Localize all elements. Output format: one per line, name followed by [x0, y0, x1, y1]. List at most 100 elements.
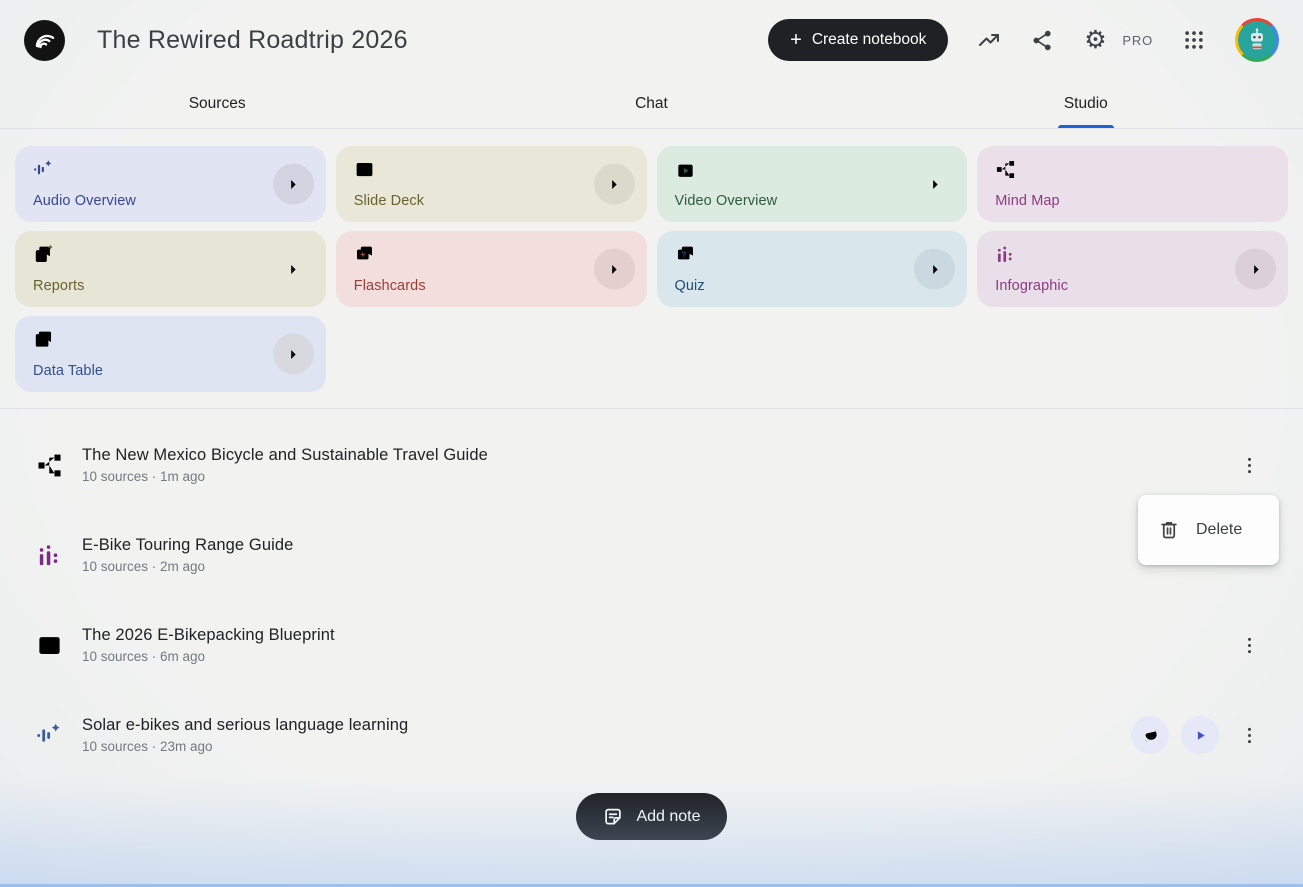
header-actions: + Create notebook ⚙ PRO	[768, 18, 1279, 62]
artifact-title[interactable]: The New Mexico Bicycle and Sustainable T…	[82, 446, 488, 465]
artifact-text: Solar e-bikes and serious language learn…	[82, 716, 408, 754]
delete-menu-item[interactable]: Delete	[1138, 505, 1279, 555]
artifact-title[interactable]: E-Bike Touring Range Guide	[82, 536, 293, 555]
tab-chat[interactable]: Chat	[434, 80, 868, 128]
tool-card-reports[interactable]: Reports	[15, 231, 326, 307]
artifact-title[interactable]: Solar e-bikes and serious language learn…	[82, 716, 408, 735]
apps-grid-icon[interactable]	[1182, 28, 1206, 52]
artifact-text: E-Bike Touring Range Guide 10 sources · 2…	[82, 536, 293, 574]
chevron-right-icon[interactable]	[914, 164, 955, 205]
tab-label: Studio	[1064, 95, 1108, 113]
mind-map-icon	[36, 452, 63, 479]
tool-card-data-table[interactable]: Data Table	[15, 316, 326, 392]
chevron-right-icon[interactable]	[594, 249, 635, 290]
tool-card-label: Video Overview	[675, 193, 950, 209]
tool-card-video-overview[interactable]: Video Overview	[657, 146, 968, 222]
tab-studio[interactable]: Studio	[869, 80, 1303, 128]
artifact-row[interactable]: E-Bike Touring Range Guide 10 sources · 2…	[0, 510, 1303, 600]
tool-card-audio-overview[interactable]: Audio Overview	[15, 146, 326, 222]
artifact-actions	[1231, 627, 1267, 663]
main-tabbar: Sources Chat Studio	[0, 80, 1303, 129]
pro-badge: PRO	[1122, 33, 1153, 48]
slide-deck-icon	[354, 159, 375, 180]
tool-card-label: Data Table	[33, 363, 308, 379]
artifact-more-menu-button[interactable]	[1231, 627, 1267, 663]
trash-icon	[1158, 519, 1180, 541]
artifact-actions	[1231, 447, 1267, 483]
artifact-title[interactable]: The 2026 E-Bikepacking Blueprint	[82, 626, 335, 645]
reports-icon	[33, 244, 54, 265]
artifact-meta: 10 sources · 2m ago	[82, 559, 293, 574]
chevron-right-icon[interactable]	[273, 249, 314, 290]
tool-card-mind-map[interactable]: Mind Map	[977, 146, 1288, 222]
add-note-button[interactable]: Add note	[576, 793, 726, 840]
video-overview-icon	[675, 159, 696, 180]
kebab-icon	[1239, 455, 1260, 476]
artifact-text: The New Mexico Bicycle and Sustainable T…	[82, 446, 488, 484]
artifact-row[interactable]: Solar e-bikes and serious language learn…	[0, 690, 1303, 780]
robot-avatar-image	[1238, 21, 1276, 59]
artifact-meta: 10 sources · 23m ago	[82, 739, 408, 754]
artifact-meta: 10 sources · 1m ago	[82, 469, 488, 484]
play-icon	[1190, 725, 1211, 746]
artifact-context-menu: Delete	[1138, 495, 1279, 565]
notebook-title[interactable]: The Rewired Roadtrip 2026	[97, 26, 408, 55]
chevron-right-icon[interactable]	[273, 334, 314, 375]
chevron-right-icon[interactable]	[273, 164, 314, 205]
data-table-icon	[33, 329, 54, 350]
tool-card-infographic[interactable]: Infographic	[977, 231, 1288, 307]
chevron-right-icon[interactable]	[594, 164, 635, 205]
app-header: The Rewired Roadtrip 2026 + Create noteb…	[0, 0, 1303, 80]
add-note-label: Add note	[636, 808, 700, 826]
tool-card-label: Mind Map	[995, 193, 1270, 209]
settings-gear-icon[interactable]: ⚙	[1083, 28, 1107, 52]
tool-card-label: Infographic	[995, 278, 1270, 294]
plus-icon: +	[790, 30, 802, 50]
artifact-meta: 10 sources · 6m ago	[82, 649, 335, 664]
svg-text:?: ?	[681, 249, 686, 259]
kebab-icon	[1239, 635, 1260, 656]
tool-card-quiz[interactable]: ? Quiz	[657, 231, 968, 307]
tool-card-label: Reports	[33, 278, 308, 294]
delete-menu-label: Delete	[1196, 521, 1242, 539]
tab-label: Sources	[189, 95, 246, 113]
create-notebook-button[interactable]: + Create notebook	[768, 19, 948, 61]
analytics-trending-up-icon[interactable]	[977, 28, 1001, 52]
infographic-icon	[36, 542, 63, 569]
studio-tools-grid: Audio Overview Slide Deck Video Overview…	[0, 129, 1303, 408]
artifact-more-menu-button[interactable]	[1231, 717, 1267, 753]
tool-card-label: Flashcards	[354, 278, 629, 294]
tab-label: Chat	[635, 95, 668, 113]
share-icon[interactable]	[1030, 28, 1054, 52]
interactive-hand-icon	[1140, 725, 1161, 746]
kebab-icon	[1239, 725, 1260, 746]
tab-sources[interactable]: Sources	[0, 80, 434, 128]
slide-deck-icon	[36, 632, 63, 659]
tool-card-slide-deck[interactable]: Slide Deck	[336, 146, 647, 222]
infographic-icon	[995, 244, 1016, 265]
audio-waveform-icon	[36, 722, 63, 749]
studio-artifact-list: The New Mexico Bicycle and Sustainable T…	[0, 409, 1303, 780]
chevron-right-icon[interactable]	[1235, 249, 1276, 290]
audio-waveform-icon	[33, 159, 54, 180]
artifact-row[interactable]: The New Mexico Bicycle and Sustainable T…	[0, 420, 1303, 510]
interactive-mode-button[interactable]	[1131, 716, 1169, 754]
play-audio-button[interactable]	[1181, 716, 1219, 754]
create-notebook-label: Create notebook	[812, 31, 927, 49]
artifact-row[interactable]: The 2026 E-Bikepacking Blueprint 10 sourc…	[0, 600, 1303, 690]
tool-card-label: Slide Deck	[354, 193, 629, 209]
artifact-actions	[1131, 716, 1267, 754]
addnote-container: Add note	[0, 793, 1303, 840]
quiz-icon: ?	[675, 244, 696, 265]
tool-card-flashcards[interactable]: Flashcards	[336, 231, 647, 307]
artifact-text: The 2026 E-Bikepacking Blueprint 10 sourc…	[82, 626, 335, 664]
tool-card-label: Quiz	[675, 278, 950, 294]
mind-map-icon	[995, 159, 1016, 180]
notebooklm-logo-icon[interactable]	[24, 20, 65, 61]
artifact-more-menu-button[interactable]	[1231, 447, 1267, 483]
chevron-right-icon[interactable]	[914, 249, 955, 290]
user-avatar[interactable]	[1235, 18, 1279, 62]
flashcards-icon	[354, 244, 375, 265]
tool-card-label: Audio Overview	[33, 193, 308, 209]
note-icon	[602, 806, 624, 828]
